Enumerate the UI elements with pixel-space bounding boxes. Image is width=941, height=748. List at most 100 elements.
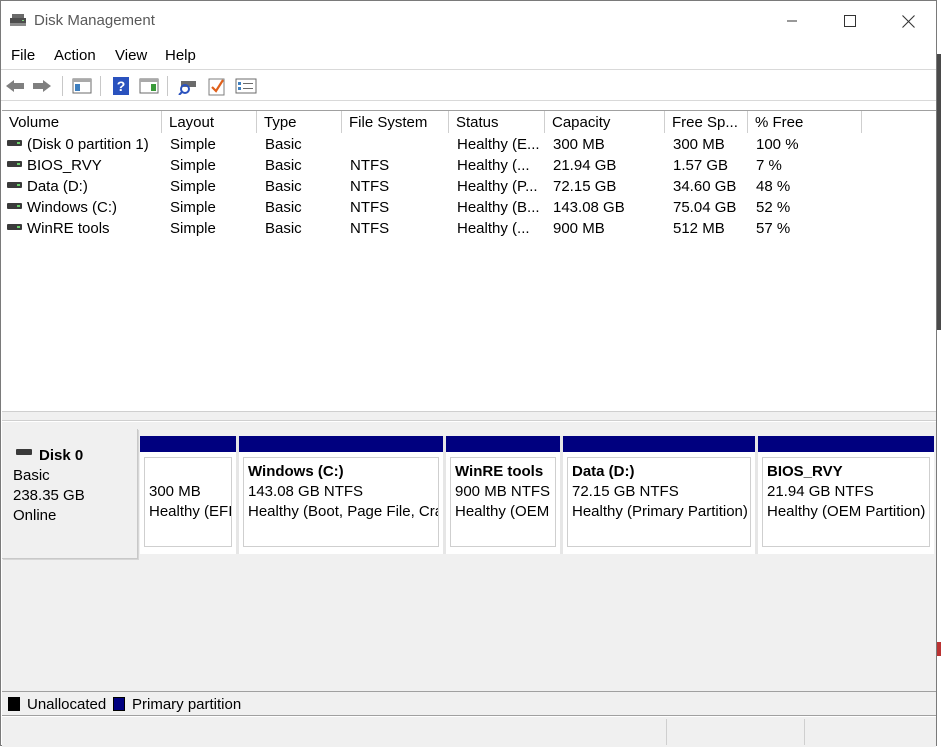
graphical-view: Disk 0 Basic 238.35 GB Online 300 MB Hea… — [2, 422, 936, 691]
check-icon — [208, 78, 225, 96]
rescan-button[interactable] — [177, 75, 199, 97]
toolbar: ? — [1, 69, 936, 101]
cell-file-system: NTFS — [350, 178, 390, 195]
cell-file-system: NTFS — [350, 220, 390, 237]
disk-0-partitions: 300 MB Healthy (EFI Windows (C:) 143.08 … — [140, 436, 934, 554]
partition-efi[interactable]: 300 MB Healthy (EFI — [140, 436, 236, 554]
cell-layout: Simple — [170, 157, 216, 174]
console-tree-button[interactable] — [71, 75, 93, 97]
menu-action[interactable]: Action — [54, 47, 96, 64]
partition-status: Healthy (Primary Partition) — [572, 503, 748, 520]
cell-volume: BIOS_RVY — [27, 157, 102, 174]
cell-status: Healthy (E... — [457, 136, 540, 153]
partition-data[interactable]: Data (D:) 72.15 GB NTFS Healthy (Primary… — [563, 436, 755, 554]
cell-status: Healthy (B... — [457, 199, 540, 216]
cell-volume: Data (D:) — [27, 178, 88, 195]
cell-type: Basic — [265, 220, 302, 237]
minimize-icon — [787, 20, 797, 22]
partition-name — [149, 463, 231, 483]
status-pane — [666, 719, 667, 745]
toolbar-separator — [167, 76, 168, 96]
partition-status: Healthy (Boot, Page File, Cra — [248, 503, 439, 520]
cell-status: Healthy (... — [457, 157, 530, 174]
legend-bar: Unallocated Primary partition — [2, 691, 936, 716]
legend-primary-swatch — [113, 697, 125, 711]
minimize-button[interactable] — [769, 1, 815, 41]
column-header-layout[interactable]: Layout — [162, 111, 257, 133]
cell-layout: Simple — [170, 136, 216, 153]
legend-unallocated-label: Unallocated — [27, 696, 107, 713]
partition-bar — [758, 436, 934, 452]
back-icon — [6, 80, 24, 92]
forward-button[interactable] — [31, 75, 53, 97]
partition-status: Healthy (OEM Partition) — [767, 503, 926, 520]
cell-layout: Simple — [170, 220, 216, 237]
table-row[interactable]: Windows (C:) Simple Basic NTFS Healthy (… — [2, 197, 936, 218]
properties-icon — [235, 78, 257, 94]
disk-0-label[interactable]: Disk 0 Basic 238.35 GB Online — [2, 429, 138, 559]
volume-icon — [7, 224, 22, 230]
table-row[interactable]: Data (D:) Simple Basic NTFS Healthy (P..… — [2, 176, 936, 197]
menu-file[interactable]: File — [11, 47, 35, 64]
disk-size: 238.35 GB — [13, 487, 85, 504]
properties-button[interactable] — [235, 75, 257, 97]
menu-view[interactable]: View — [115, 47, 147, 64]
partition-name: Windows (C:) — [248, 463, 344, 480]
partition-bar — [239, 436, 443, 452]
partition-status: Healthy (OEM — [455, 503, 550, 520]
back-button[interactable] — [4, 75, 26, 97]
cell-volume: Windows (C:) — [27, 199, 118, 216]
partition-size: 72.15 GB NTFS — [572, 483, 679, 500]
column-header-free-space[interactable]: Free Sp... — [665, 111, 748, 133]
volume-icon — [7, 140, 22, 146]
column-header-volume[interactable]: Volume — [2, 111, 162, 133]
partition-box: BIOS_RVY 21.94 GB NTFS Healthy (OEM Part… — [762, 457, 930, 547]
disk-management-app-icon — [10, 14, 26, 26]
partition-windows[interactable]: Windows (C:) 143.08 GB NTFS Healthy (Boo… — [239, 436, 443, 554]
partition-box: Windows (C:) 143.08 GB NTFS Healthy (Boo… — [243, 457, 439, 547]
cell-file-system: NTFS — [350, 157, 390, 174]
edge-segment — [937, 642, 941, 656]
cell-percent-free: 7 % — [756, 157, 782, 174]
svg-text:?: ? — [117, 78, 126, 94]
table-row[interactable]: (Disk 0 partition 1) Simple Basic Health… — [2, 134, 936, 155]
column-header-capacity[interactable]: Capacity — [545, 111, 665, 133]
cell-type: Basic — [265, 199, 302, 216]
check-button[interactable] — [206, 75, 228, 97]
partition-box: Data (D:) 72.15 GB NTFS Healthy (Primary… — [567, 457, 751, 547]
menu-help[interactable]: Help — [165, 47, 196, 64]
cell-percent-free: 57 % — [756, 220, 791, 237]
partition-size: 143.08 GB NTFS — [248, 483, 364, 500]
column-header-type[interactable]: Type — [257, 111, 342, 133]
window-title: Disk Management — [34, 12, 155, 29]
pane-splitter[interactable] — [2, 411, 936, 421]
close-button[interactable] — [885, 1, 931, 41]
window-edge — [937, 0, 941, 748]
help-button[interactable]: ? — [110, 75, 132, 97]
table-row[interactable]: WinRE tools Simple Basic NTFS Healthy (.… — [2, 218, 936, 239]
column-header-status[interactable]: Status — [449, 111, 545, 133]
cell-free-space: 512 MB — [673, 220, 725, 237]
legend-primary-label: Primary partition — [132, 696, 242, 713]
status-pane — [804, 719, 805, 745]
volume-list[interactable]: Volume Layout Type File System Status Ca… — [2, 110, 936, 410]
cell-type: Basic — [265, 136, 302, 153]
partition-winre[interactable]: WinRE tools 900 MB NTFS Healthy (OEM — [446, 436, 560, 554]
cell-volume: WinRE tools — [27, 220, 110, 237]
maximize-button[interactable] — [827, 1, 873, 41]
column-header-percent-free[interactable]: % Free — [748, 111, 862, 133]
partition-bios-rvy[interactable]: BIOS_RVY 21.94 GB NTFS Healthy (OEM Part… — [758, 436, 934, 554]
console-tree-icon — [72, 78, 92, 94]
cell-percent-free: 52 % — [756, 199, 791, 216]
cell-free-space: 300 MB — [673, 136, 725, 153]
partition-bar — [563, 436, 755, 452]
toolbar-separator — [62, 76, 63, 96]
rescan-icon — [178, 81, 196, 95]
help-icon: ? — [113, 77, 129, 95]
show-pane-button[interactable] — [138, 75, 160, 97]
title-bar[interactable]: Disk Management — [1, 1, 936, 41]
cell-percent-free: 100 % — [756, 136, 799, 153]
table-row[interactable]: BIOS_RVY Simple Basic NTFS Healthy (... … — [2, 155, 936, 176]
column-header-file-system[interactable]: File System — [342, 111, 449, 133]
partition-size: 21.94 GB NTFS — [767, 483, 874, 500]
